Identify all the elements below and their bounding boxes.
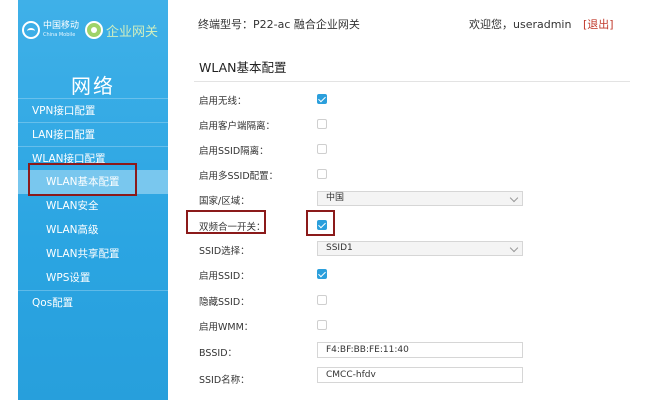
enable-ssid-checkbox[interactable] [317, 269, 327, 279]
country-select-value: 中国 [326, 193, 345, 203]
ssid-name-value: CMCC-hfdv [326, 370, 376, 380]
highlight-box-checkbox [306, 210, 335, 236]
header: 终端型号：P22-ac 融合企业网关 欢迎您，useradmin [退出] [168, 0, 650, 46]
country-label: 国家/区域： [199, 196, 250, 207]
page-title: WLAN基本配置 [199, 60, 287, 75]
highlight-box-nav [28, 163, 137, 196]
enable-wireless-label: 启用无线： [199, 96, 247, 107]
enable-ssid-label: 启用SSID： [199, 271, 250, 282]
chevron-down-icon [509, 243, 519, 253]
ssid-isolation-checkbox[interactable] [317, 144, 327, 154]
sidebar-item-wlan-security[interactable]: WLAN安全 [18, 194, 168, 218]
ssid-select[interactable]: SSID1 [317, 241, 523, 256]
brand-logo: 中国移动 China Mobile 企业网关 [22, 12, 168, 48]
client-isolation-label: 启用客户端隔离： [199, 121, 276, 132]
bssid-value: F4:BF:BB:FE:11:40 [326, 345, 409, 355]
china-mobile-en-name: China Mobile [43, 32, 76, 38]
enable-wmm-label: 启用WMM： [199, 322, 254, 333]
ssid-name-label: SSID名称： [199, 375, 250, 386]
country-select[interactable]: 中国 [317, 191, 523, 206]
enterprise-gateway-icon [85, 21, 104, 39]
ssid-isolation-label: 启用SSID隔离： [199, 146, 269, 157]
china-mobile-icon [22, 21, 40, 39]
ssid-select-value: SSID1 [326, 243, 353, 253]
hide-ssid-label: 隐藏SSID： [199, 297, 250, 308]
sidebar-item-wps[interactable]: WPS设置 [18, 266, 168, 290]
sidebar-nav: VPN接口配置 LAN接口配置 WLAN接口配置 WLAN基本配置 WLAN安全… [18, 98, 168, 314]
highlight-box-label [186, 210, 266, 234]
multi-ssid-checkbox[interactable] [317, 169, 327, 179]
china-mobile-logo: 中国移动 China Mobile [22, 21, 79, 39]
chevron-down-icon [509, 193, 519, 203]
device-model: 终端型号：P22-ac 融合企业网关 [198, 18, 360, 31]
china-mobile-name: 中国移动 [43, 21, 80, 31]
welcome-text: 欢迎您，useradmin [469, 18, 572, 31]
logout-link[interactable]: [退出] [583, 16, 614, 32]
enable-wmm-checkbox[interactable] [317, 320, 327, 330]
sidebar-item-vpn[interactable]: VPN接口配置 [18, 98, 168, 122]
sidebar-item-qos[interactable]: Qos配置 [18, 290, 168, 314]
bssid-field[interactable]: F4:BF:BB:FE:11:40 [317, 342, 523, 358]
multi-ssid-label: 启用多SSID配置： [199, 171, 279, 182]
sidebar-item-wlan-advanced[interactable]: WLAN高级 [18, 218, 168, 242]
hide-ssid-checkbox[interactable] [317, 295, 327, 305]
sidebar-item-lan[interactable]: LAN接口配置 [18, 122, 168, 146]
client-isolation-checkbox[interactable] [317, 119, 327, 129]
ssid-name-field[interactable]: CMCC-hfdv [317, 367, 523, 383]
bssid-label: BSSID： [199, 348, 238, 359]
enable-wireless-checkbox[interactable] [317, 94, 327, 104]
sidebar-section-title: 网络 [71, 74, 115, 98]
enterprise-gateway-name: 企业网关 [106, 24, 159, 40]
enterprise-gateway-logo: 企业网关 [85, 21, 158, 40]
sidebar-item-wlan-share[interactable]: WLAN共享配置 [18, 242, 168, 266]
sidebar: 中国移动 China Mobile 企业网关 网络 VPN接口配置 LAN接口配… [18, 0, 168, 400]
title-divider [194, 81, 630, 82]
ssid-select-label: SSID选择： [199, 246, 250, 257]
